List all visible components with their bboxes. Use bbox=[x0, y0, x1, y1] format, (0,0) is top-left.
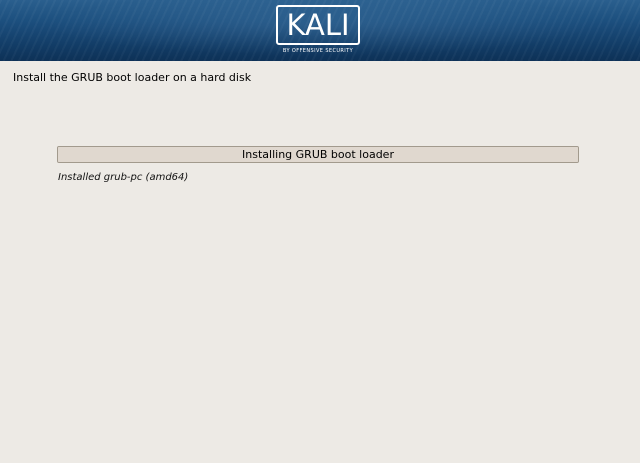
kali-logo-icon: KALI BY OFFENSIVE SECURITY bbox=[274, 5, 362, 59]
progress-label: Installing GRUB boot loader bbox=[242, 148, 394, 161]
logo-wordmark: KALI bbox=[276, 5, 360, 45]
progress-bar: Installing GRUB boot loader bbox=[57, 146, 579, 163]
logo-tagline: BY OFFENSIVE SECURITY bbox=[282, 48, 354, 54]
kali-banner: KALI BY OFFENSIVE SECURITY bbox=[0, 0, 640, 61]
status-text: Installed grub-pc (amd64) bbox=[58, 172, 189, 183]
step-title: Install the GRUB boot loader on a hard d… bbox=[13, 71, 252, 84]
installer-screen: KALI BY OFFENSIVE SECURITY Install the G… bbox=[0, 0, 640, 463]
